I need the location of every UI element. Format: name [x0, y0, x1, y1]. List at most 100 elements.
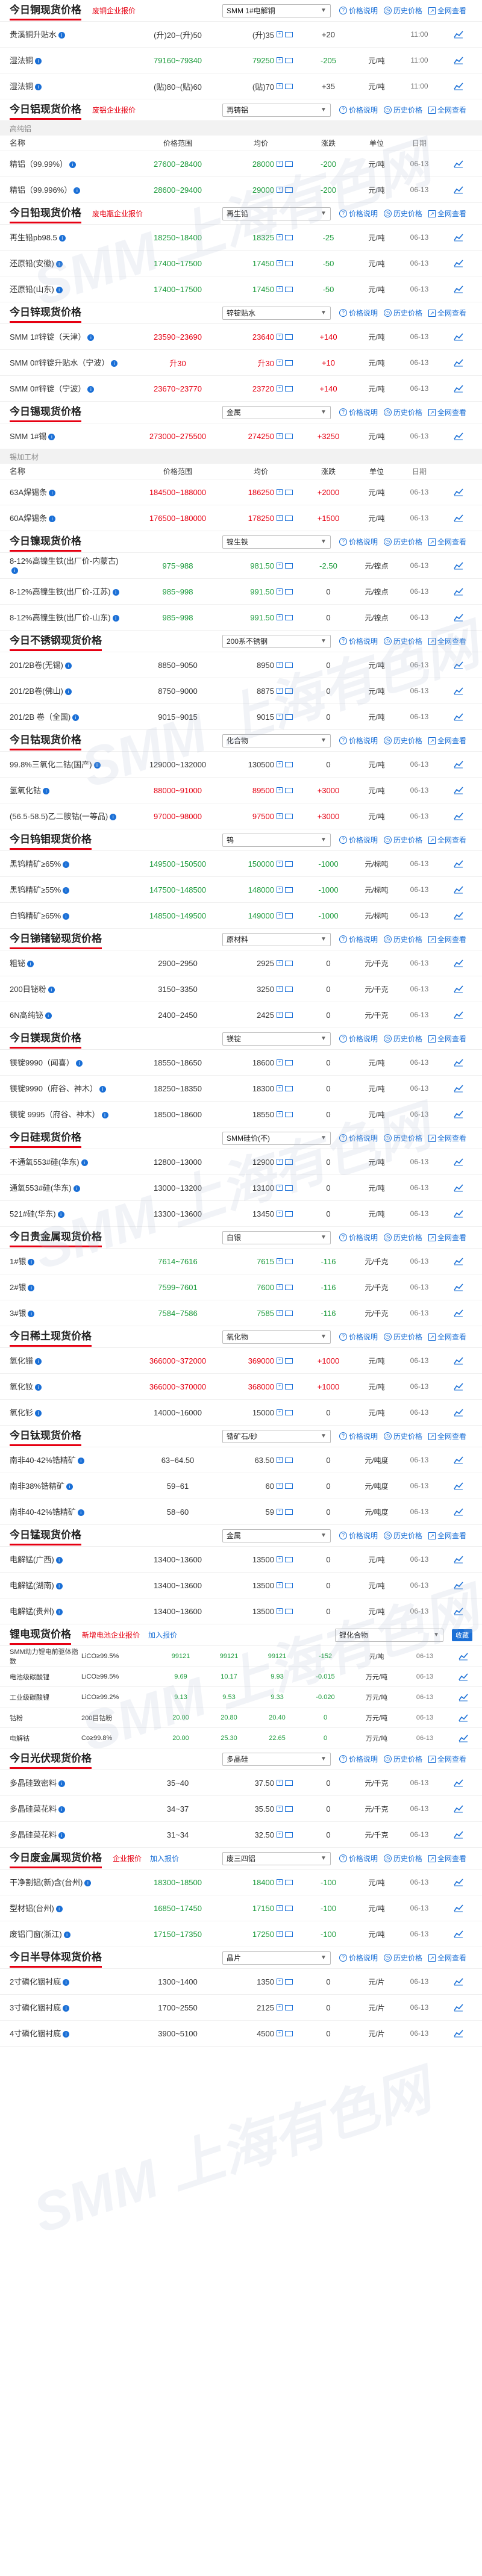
history-link[interactable]: ◷ 历史价格: [383, 835, 422, 845]
product-name[interactable]: 氢氧化钴 i: [0, 786, 127, 795]
mail-alert-icon[interactable]: [285, 2030, 293, 2036]
trend-chart-icon[interactable]: [454, 1830, 463, 1839]
mail-alert-icon[interactable]: [285, 433, 293, 439]
compare-icon[interactable]: +: [277, 861, 283, 867]
compare-icon[interactable]: +: [277, 662, 283, 668]
info-icon[interactable]: i: [77, 1457, 84, 1464]
product-name[interactable]: 氧化镨 i: [0, 1356, 127, 1365]
trend-chart-icon[interactable]: [454, 1607, 463, 1615]
product-name[interactable]: 200目铋粉 i: [0, 985, 127, 994]
compare-icon[interactable]: +: [277, 360, 283, 366]
mail-alert-icon[interactable]: [285, 1085, 293, 1091]
full-view-link[interactable]: ↗ 全网查看: [428, 407, 466, 417]
trend-chart-icon[interactable]: [454, 358, 463, 367]
compare-icon[interactable]: +: [277, 761, 283, 767]
trend-chart-icon[interactable]: [454, 1408, 463, 1417]
category-select[interactable]: 化合物 ▼: [222, 734, 331, 747]
mail-alert-icon[interactable]: [285, 1979, 293, 1985]
trend-chart-icon[interactable]: [454, 1184, 463, 1192]
info-icon[interactable]: i: [58, 31, 66, 39]
corp-price-link[interactable]: 废铜企业报价: [92, 5, 136, 16]
trend-chart-icon[interactable]: [454, 384, 463, 393]
info-icon[interactable]: i: [63, 2030, 70, 2038]
price-desc-link[interactable]: ? 价格说明: [339, 934, 378, 944]
trend-chart-icon[interactable]: [459, 1693, 468, 1701]
info-icon[interactable]: i: [58, 1832, 66, 1839]
trend-chart-icon[interactable]: [454, 1309, 463, 1317]
compare-icon[interactable]: +: [277, 1931, 283, 1937]
trend-chart-icon[interactable]: [454, 587, 463, 596]
category-select[interactable]: 金属 ▼: [222, 1529, 331, 1542]
full-view-link[interactable]: ↗ 全网查看: [428, 308, 466, 318]
history-link[interactable]: ◷ 历史价格: [383, 1754, 422, 1764]
info-icon[interactable]: i: [87, 385, 95, 393]
full-view-link[interactable]: ↗ 全网查看: [428, 1034, 466, 1044]
compare-icon[interactable]: +: [277, 489, 283, 495]
compare-icon[interactable]: +: [277, 1211, 283, 1217]
history-link[interactable]: ◷ 历史价格: [383, 1953, 422, 1963]
trend-chart-icon[interactable]: [454, 1930, 463, 1938]
product-name[interactable]: 型材铝(台州) i: [0, 1904, 127, 1913]
trend-chart-icon[interactable]: [454, 1482, 463, 1490]
product-name[interactable]: 2寸磷化铟衬底 i: [0, 1977, 127, 1986]
trend-chart-icon[interactable]: [454, 1356, 463, 1365]
compare-icon[interactable]: +: [277, 986, 283, 992]
trend-chart-icon[interactable]: [454, 488, 463, 496]
mail-alert-icon[interactable]: [285, 31, 293, 37]
mail-alert-icon[interactable]: [285, 57, 293, 63]
product-name[interactable]: 氧化钐 i: [0, 1408, 127, 1417]
product-name[interactable]: 60A焊锡条 i: [0, 514, 127, 523]
mail-alert-icon[interactable]: [285, 662, 293, 668]
product-name[interactable]: 精铝（99.99%） i: [0, 160, 127, 169]
compare-icon[interactable]: +: [277, 1457, 283, 1463]
mail-alert-icon[interactable]: [285, 260, 293, 266]
product-name[interactable]: 氧化钕 i: [0, 1382, 127, 1391]
compare-icon[interactable]: +: [277, 83, 283, 89]
info-icon[interactable]: i: [55, 260, 63, 267]
trend-chart-icon[interactable]: [454, 911, 463, 920]
full-view-link[interactable]: ↗ 全网查看: [428, 1530, 466, 1541]
info-icon[interactable]: i: [27, 960, 34, 967]
compare-icon[interactable]: +: [277, 614, 283, 620]
info-icon[interactable]: i: [74, 187, 81, 194]
product-name[interactable]: 镁锭9990（府谷、神木） i: [0, 1084, 127, 1093]
mail-alert-icon[interactable]: [285, 1780, 293, 1786]
full-view-link[interactable]: ↗ 全网查看: [428, 5, 466, 16]
price-desc-link[interactable]: ? 价格说明: [339, 1034, 378, 1044]
info-icon[interactable]: i: [57, 1211, 64, 1218]
product-name[interactable]: 钴粉: [0, 1713, 81, 1723]
product-name[interactable]: 521#硅(华东) i: [0, 1209, 127, 1218]
trend-chart-icon[interactable]: [459, 1714, 468, 1722]
trend-chart-icon[interactable]: [459, 1652, 468, 1661]
history-link[interactable]: ◷ 历史价格: [383, 407, 422, 417]
product-name[interactable]: 废铝门窗(浙江) i: [0, 1930, 127, 1939]
compare-icon[interactable]: +: [277, 31, 283, 37]
mail-alert-icon[interactable]: [285, 286, 293, 292]
info-icon[interactable]: i: [66, 1483, 74, 1490]
mail-alert-icon[interactable]: [285, 861, 293, 867]
trend-chart-icon[interactable]: [454, 259, 463, 267]
compare-icon[interactable]: +: [277, 1383, 283, 1389]
product-name[interactable]: 电解钴: [0, 1733, 81, 1743]
compare-icon[interactable]: +: [277, 385, 283, 391]
full-view-link[interactable]: ↗ 全网查看: [428, 1133, 466, 1143]
info-icon[interactable]: i: [77, 1509, 84, 1516]
info-icon[interactable]: i: [49, 515, 56, 522]
product-name[interactable]: 黑钨精矿≥65% i: [0, 859, 127, 869]
product-name[interactable]: 南非40-42%锆精矿 i: [0, 1456, 127, 1465]
compare-icon[interactable]: +: [277, 1879, 283, 1885]
product-name[interactable]: 镁锭9990（闻喜） i: [0, 1058, 127, 1067]
price-desc-link[interactable]: ? 价格说明: [339, 537, 378, 547]
history-link[interactable]: ◷ 历史价格: [383, 308, 422, 318]
mail-alert-icon[interactable]: [285, 1111, 293, 1117]
trend-chart-icon[interactable]: [454, 1581, 463, 1589]
trend-chart-icon[interactable]: [459, 1734, 468, 1742]
product-name[interactable]: 干净割铝(新)含(台州) i: [0, 1878, 127, 1887]
compare-icon[interactable]: +: [277, 787, 283, 793]
full-view-link[interactable]: ↗ 全网查看: [428, 1431, 466, 1441]
category-select[interactable]: 氧化物 ▼: [222, 1330, 331, 1344]
mail-alert-icon[interactable]: [285, 1012, 293, 1018]
full-view-link[interactable]: ↗ 全网查看: [428, 835, 466, 845]
compare-icon[interactable]: +: [277, 912, 283, 918]
mail-alert-icon[interactable]: [285, 489, 293, 495]
